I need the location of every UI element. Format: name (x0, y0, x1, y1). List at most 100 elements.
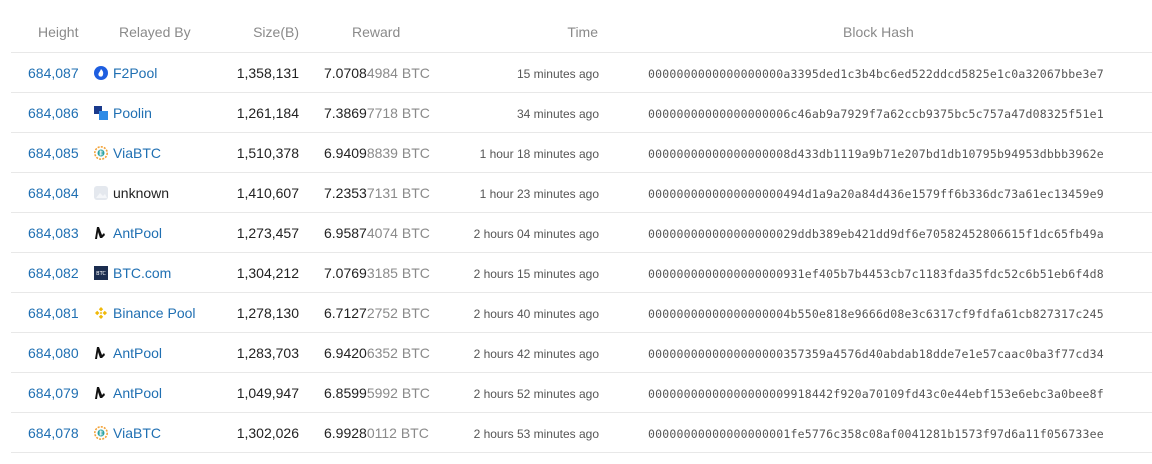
block-hash[interactable]: 00000000000000000008d433db1119a9b71e207b… (648, 147, 1104, 161)
block-time: 2 hours 40 minutes ago (473, 307, 599, 321)
table-header: Height Relayed By Size(B) Reward Time Bl… (11, 12, 1152, 53)
miner-name[interactable]: AntPool (113, 225, 162, 241)
reward-main-digits: 7.0708 (324, 65, 367, 81)
block-reward: 6.94098839 BTC (324, 145, 430, 161)
header-height: Height (38, 24, 79, 40)
antpool-icon (94, 226, 108, 240)
block-hash[interactable]: 0000000000000000000357359a4576d40abdab18… (648, 347, 1104, 361)
miner-name[interactable]: ViaBTC (113, 425, 161, 441)
block-height-link[interactable]: 684,085 (28, 145, 79, 161)
reward-rest-digits: 5992 BTC (366, 385, 430, 401)
block-time: 2 hours 15 minutes ago (473, 267, 599, 281)
block-hash[interactable]: 0000000000000000000494d1a9a20a84d436e157… (648, 187, 1104, 201)
relayed-by-cell[interactable]: Poolin (94, 105, 152, 121)
table-row: 684,085 ViaBTC 1,510,378 6.94098839 BTC 1 ho… (11, 133, 1152, 173)
miner-name: unknown (113, 185, 170, 201)
block-size: 1,283,703 (236, 345, 299, 361)
block-reward: 6.99280112 BTC (324, 425, 429, 441)
block-height-link[interactable]: 684,086 (28, 105, 79, 121)
block-size: 1,510,378 (236, 145, 299, 161)
block-hash[interactable]: 00000000000000000001fe5776c358c08af00412… (648, 427, 1104, 441)
miner-name[interactable]: AntPool (113, 385, 162, 401)
block-time: 2 hours 53 minutes ago (473, 427, 599, 441)
block-height-link[interactable]: 684,082 (28, 265, 79, 281)
block-height-link[interactable]: 684,084 (28, 185, 79, 201)
table-row: 684,080 AntPool 1,283,703 6.94206352 BTC 2 h… (11, 333, 1152, 373)
block-size: 1,273,457 (236, 225, 299, 241)
block-reward: 7.38697718 BTC (324, 105, 430, 121)
table-row: 684,078 ViaBTC 1,302,026 6.99280112 BTC 2 ho… (11, 413, 1152, 453)
block-time: 1 hour 23 minutes ago (479, 187, 599, 201)
miner-name[interactable]: ViaBTC (113, 145, 161, 161)
block-height-link[interactable]: 684,080 (28, 345, 79, 361)
block-height-link[interactable]: 684,087 (28, 65, 79, 81)
reward-main-digits: 6.9420 (324, 345, 367, 361)
binance-icon (94, 306, 108, 320)
block-reward: 7.07693185 BTC (324, 265, 430, 281)
block-reward: 6.95874074 BTC (324, 225, 430, 241)
reward-rest-digits: 0112 BTC (366, 425, 429, 441)
block-height-link[interactable]: 684,079 (28, 385, 79, 401)
block-hash[interactable]: 00000000000000000009918442f920a70109fd43… (648, 387, 1104, 401)
block-time: 2 hours 04 minutes ago (473, 227, 599, 241)
miner-name[interactable]: Poolin (113, 105, 152, 121)
reward-rest-digits: 7718 BTC (366, 105, 430, 121)
miner-name[interactable]: F2Pool (113, 65, 157, 81)
blocks-panel: Height Relayed By Size(B) Reward Time Bl… (0, 0, 1152, 464)
block-height-link[interactable]: 684,078 (28, 425, 79, 441)
reward-main-digits: 6.8599 (324, 385, 367, 401)
relayed-by-cell[interactable]: AntPool (94, 345, 162, 361)
block-hash[interactable]: 00000000000000000004b550e818e9666d08e3c6… (648, 307, 1104, 321)
table-row: 684,086 Poolin 1,261,184 7.38697718 BTC 34 m… (11, 93, 1152, 133)
miner-name[interactable]: Binance Pool (113, 305, 196, 321)
reward-rest-digits: 8839 BTC (366, 145, 430, 161)
block-size: 1,304,212 (236, 265, 299, 281)
block-height-link[interactable]: 684,083 (28, 225, 79, 241)
block-hash[interactable]: 00000000000000000006c46ab9a7929f7a62ccb9… (648, 107, 1104, 121)
f2pool-icon (94, 66, 108, 80)
relayed-by-cell[interactable]: AntPool (94, 385, 162, 401)
block-hash[interactable]: 0000000000000000000931ef405b7b4453cb7c11… (648, 267, 1104, 281)
relayed-by-cell[interactable]: F2Pool (94, 65, 157, 81)
header-relayed-by: Relayed By (119, 24, 191, 40)
reward-main-digits: 7.0769 (324, 265, 367, 281)
relayed-by-cell[interactable]: ViaBTC (94, 425, 161, 441)
block-time: 15 minutes ago (516, 67, 599, 81)
viabtc-icon (94, 426, 108, 440)
reward-main-digits: 7.3869 (324, 105, 367, 121)
relayed-by-cell[interactable]: BTC BTC.com (94, 265, 171, 281)
reward-rest-digits: 4074 BTC (366, 225, 430, 241)
reward-main-digits: 6.7127 (324, 305, 367, 321)
header-size: Size(B) (253, 24, 299, 40)
block-size: 1,358,131 (236, 65, 299, 81)
poolin-icon (94, 106, 108, 120)
table-row: 684,087 F2Pool 1,358,131 7.07084984 BTC 15 m… (11, 53, 1152, 93)
reward-rest-digits: 4984 BTC (366, 65, 430, 81)
relayed-by-cell: unknown (94, 185, 169, 201)
block-height-link[interactable]: 684,081 (28, 305, 79, 321)
reward-main-digits: 6.9409 (324, 145, 367, 161)
block-reward: 6.94206352 BTC (324, 345, 430, 361)
header-reward: Reward (352, 24, 401, 40)
reward-rest-digits: 6352 BTC (366, 345, 430, 361)
miner-name[interactable]: AntPool (113, 345, 162, 361)
block-time: 2 hours 52 minutes ago (473, 387, 599, 401)
block-size: 1,410,607 (236, 185, 299, 201)
blocks-table: Height Relayed By Size(B) Reward Time Bl… (11, 12, 1152, 453)
relayed-by-cell[interactable]: Binance Pool (94, 305, 196, 321)
miner-name[interactable]: BTC.com (113, 265, 171, 281)
antpool-icon (94, 386, 108, 400)
block-time: 1 hour 18 minutes ago (479, 147, 599, 161)
relayed-by-cell[interactable]: ViaBTC (94, 145, 161, 161)
block-size: 1,049,947 (236, 385, 299, 401)
header-block-hash: Block Hash (843, 24, 914, 40)
relayed-by-cell[interactable]: AntPool (94, 225, 162, 241)
block-reward: 6.85995992 BTC (324, 385, 430, 401)
block-reward: 7.23537131 BTC (324, 185, 430, 201)
block-hash[interactable]: 0000000000000000000a3395ded1c3b4bc6ed522… (648, 67, 1104, 81)
table-row: 684,081 Binance Pool 1,278,130 6.71272752 B… (11, 293, 1152, 333)
block-size: 1,261,184 (236, 105, 299, 121)
block-reward: 6.71272752 BTC (324, 305, 430, 321)
antpool-icon (94, 346, 108, 360)
block-hash[interactable]: 000000000000000000029ddb389eb421dd9df6e7… (648, 227, 1104, 241)
